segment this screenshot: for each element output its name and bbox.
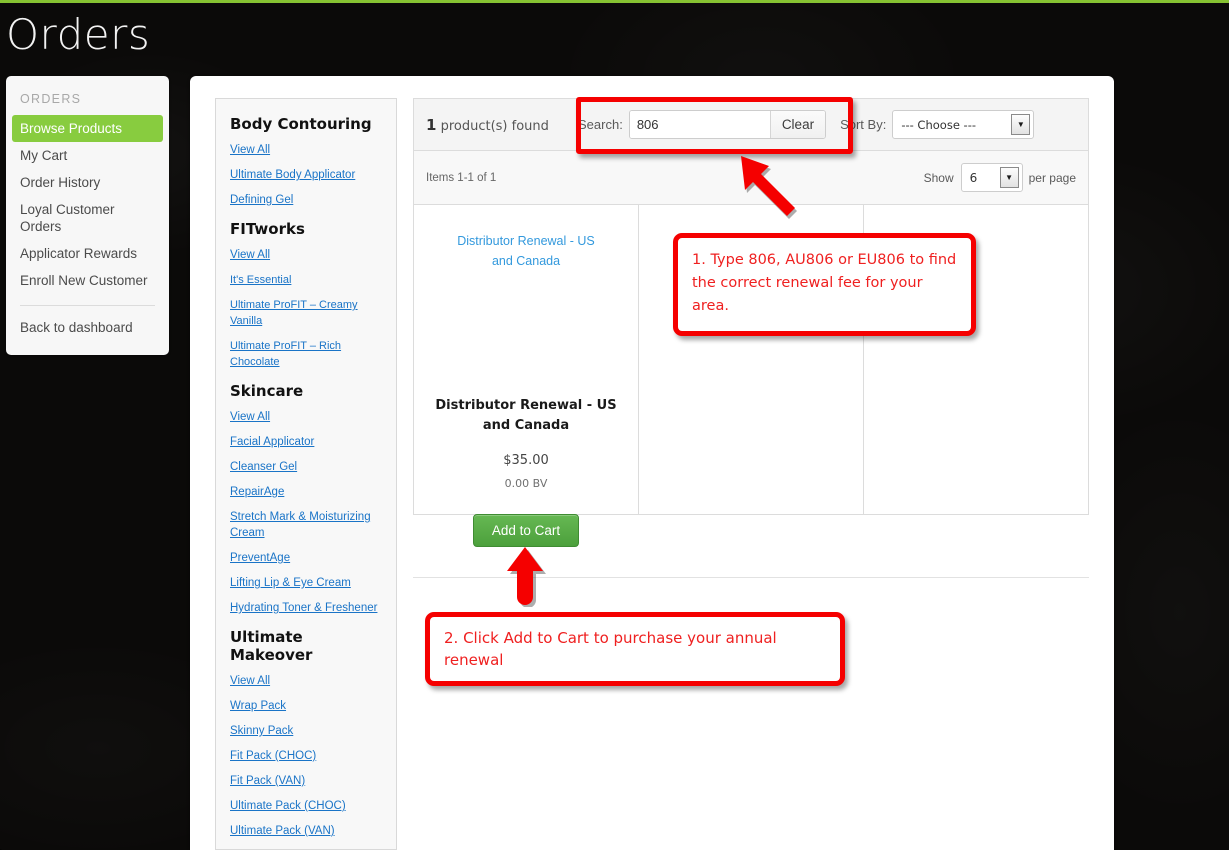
main-content-panel: Body Contouring View All Ultimate Body A… [190, 76, 1114, 850]
orders-nav-card: ORDERS Browse Products My Cart Order His… [6, 76, 169, 355]
sidebar-item-enroll-new-customer[interactable]: Enroll New Customer [6, 267, 169, 294]
category-link-view-all[interactable]: View All [230, 142, 382, 158]
per-page-value: 6 [962, 171, 998, 185]
category-link-fit-pack-van[interactable]: Fit Pack (VAN) [230, 773, 382, 789]
nav-item-list: Browse Products My Cart Order History Lo… [6, 115, 169, 294]
search-input[interactable] [630, 111, 770, 138]
sort-by-label: Sort By: [840, 117, 886, 132]
product-count-number: 1 [426, 116, 436, 134]
category-link-makeover-view-all[interactable]: View All [230, 673, 382, 689]
chevron-down-icon: ▼ [1011, 114, 1030, 135]
category-link-wrap-pack[interactable]: Wrap Pack [230, 698, 382, 714]
sidebar-item-my-cart[interactable]: My Cart [6, 142, 169, 169]
category-link-lifting-lip-eye-cream[interactable]: Lifting Lip & Eye Cream [230, 575, 382, 591]
category-link-ultimate-profit-creamy-vanilla[interactable]: Ultimate ProFIT – Creamy Vanilla [230, 297, 382, 329]
category-link-ultimate-pack-choc[interactable]: Ultimate Pack (CHOC) [230, 798, 382, 814]
top-accent-bar [0, 0, 1229, 3]
category-heading-skincare: Skincare [230, 382, 382, 400]
category-link-ultimate-profit-rich-chocolate[interactable]: Ultimate ProFIT – Rich Chocolate [230, 338, 382, 370]
sort-group: Sort By: --- Choose --- ▼ [840, 110, 1034, 139]
sidebar-item-back-to-dashboard[interactable]: Back to dashboard [6, 314, 169, 341]
search-label: Search: [578, 117, 623, 132]
annotation-callout-step-2: 2. Click Add to Cart to purchase your an… [425, 612, 845, 686]
category-sidebar: Body Contouring View All Ultimate Body A… [215, 98, 397, 850]
per-page-label: per page [1029, 171, 1076, 185]
results-toolbar: 1 product(s) found Search: Clear Sort By… [413, 98, 1089, 150]
show-label: Show [924, 171, 954, 185]
category-link-ultimate-body-applicator[interactable]: Ultimate Body Applicator [230, 167, 382, 183]
category-link-stretch-mark-moisturizing-cream[interactable]: Stretch Mark & Moisturizing Cream [230, 509, 382, 541]
category-link-facial-applicator[interactable]: Facial Applicator [230, 434, 382, 450]
sidebar-item-order-history[interactable]: Order History [6, 169, 169, 196]
category-heading-fitworks: FITworks [230, 220, 382, 238]
category-heading-ultimate-makeover: Ultimate Makeover [230, 628, 382, 664]
page-title: Orders [6, 10, 150, 59]
per-page-select[interactable]: 6 ▼ [961, 163, 1023, 192]
annotation-arrow-to-add-to-cart [498, 545, 558, 607]
category-link-skincare-view-all[interactable]: View All [230, 409, 382, 425]
sort-by-select[interactable]: --- Choose --- ▼ [892, 110, 1034, 139]
sidebar-item-applicator-rewards[interactable]: Applicator Rewards [6, 240, 169, 267]
show-per-page-group: Show 6 ▼ per page [924, 163, 1076, 192]
nav-heading: ORDERS [6, 88, 169, 115]
product-card: Distributor Renewal - US and Canada Dist… [414, 205, 639, 514]
product-count-suffix: product(s) found [436, 119, 548, 134]
add-to-cart-button[interactable]: Add to Cart [473, 514, 579, 547]
product-title-link[interactable]: Distributor Renewal - US and Canada [414, 205, 638, 271]
category-link-fit-pack-choc[interactable]: Fit Pack (CHOC) [230, 748, 382, 764]
product-name: Distributor Renewal - US and Canada [414, 396, 638, 436]
annotation-arrow-to-search [735, 150, 815, 230]
category-link-cleanser-gel[interactable]: Cleanser Gel [230, 459, 382, 475]
category-link-its-essential[interactable]: It's Essential [230, 272, 382, 288]
product-price: $35.00 [414, 453, 638, 468]
items-range-label: Items 1-1 of 1 [426, 172, 496, 184]
category-link-skinny-pack[interactable]: Skinny Pack [230, 723, 382, 739]
category-link-fitworks-view-all[interactable]: View All [230, 247, 382, 263]
sort-by-value: --- Choose --- [893, 118, 1003, 132]
clear-button[interactable]: Clear [770, 111, 825, 138]
product-bv: 0.00 BV [414, 477, 638, 490]
chevron-down-icon: ▼ [1000, 167, 1019, 188]
product-count-label: 1 product(s) found [414, 116, 574, 134]
category-heading-body-contouring: Body Contouring [230, 115, 382, 133]
annotation-callout-step-1: 1. Type 806, AU806 or EU806 to find the … [673, 233, 976, 336]
category-link-ultimate-pack-van[interactable]: Ultimate Pack (VAN) [230, 823, 382, 839]
category-link-hydrating-toner-freshener[interactable]: Hydrating Toner & Freshener [230, 600, 382, 616]
search-group: Search: Clear [578, 110, 826, 139]
nav-divider [20, 305, 155, 306]
search-field-wrap: Clear [629, 110, 826, 139]
category-link-repairage[interactable]: RepairAge [230, 484, 382, 500]
category-link-preventage[interactable]: PreventAge [230, 550, 382, 566]
category-link-defining-gel[interactable]: Defining Gel [230, 192, 382, 208]
sidebar-item-browse-products[interactable]: Browse Products [12, 115, 163, 142]
sidebar-item-loyal-customer-orders[interactable]: Loyal Customer Orders [6, 196, 169, 240]
